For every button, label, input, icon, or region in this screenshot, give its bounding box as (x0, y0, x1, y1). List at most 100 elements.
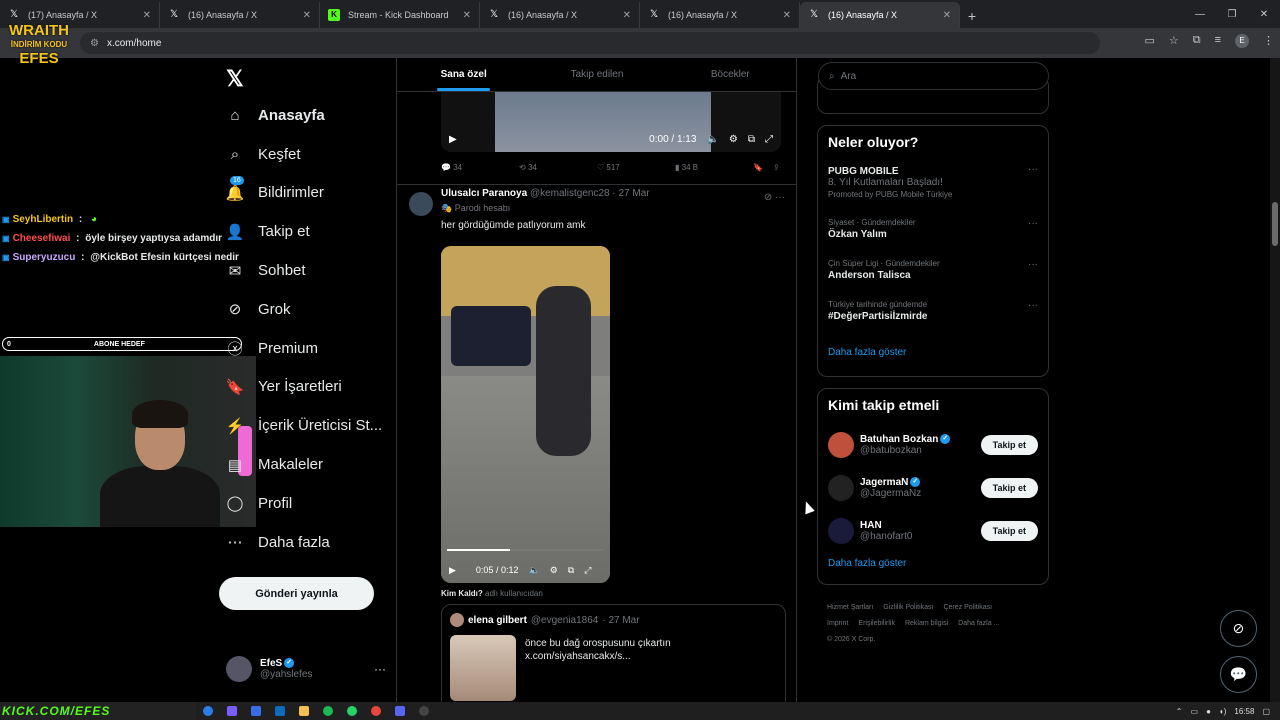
more-icon[interactable]: ··· (374, 662, 386, 676)
tab-search-icon[interactable]: ≡ (1215, 34, 1221, 48)
quote-image[interactable] (450, 635, 516, 701)
more-icon[interactable]: ··· (1028, 218, 1038, 229)
tray-volume-icon[interactable]: ◖) (1219, 707, 1227, 716)
views-button[interactable]: ▮ 34 B (675, 163, 753, 172)
chrome-icon[interactable] (364, 704, 388, 718)
close-tab-icon[interactable]: ✕ (783, 10, 791, 21)
timeline-tab[interactable]: Böcekler (664, 58, 796, 91)
close-tab-icon[interactable]: ✕ (303, 10, 311, 21)
menu-icon[interactable]: ⋮ (1263, 34, 1274, 48)
footer-link[interactable]: Çerez Politikası (943, 604, 992, 611)
nav-item[interactable]: 🔔 16 Bildirimler (226, 174, 382, 213)
bookmark-star-icon[interactable]: ☆ (1169, 34, 1179, 48)
repost-button[interactable]: ⟲ 34 (519, 163, 597, 172)
whatsapp-icon[interactable] (340, 704, 364, 718)
post-author[interactable]: Ulusalcı Paranoya (441, 188, 527, 199)
volume-icon[interactable]: 🔈 (706, 134, 718, 145)
minimize-icon[interactable]: — (1184, 0, 1216, 28)
follow-button[interactable]: Takip et (980, 520, 1038, 541)
settings-icon[interactable]: ⚙ (729, 134, 738, 145)
close-tab-icon[interactable]: ✕ (943, 10, 951, 21)
follow-button[interactable]: Takip et (980, 477, 1038, 498)
timeline-tab[interactable]: Sana özel (397, 58, 530, 91)
outlook-icon[interactable] (268, 704, 292, 718)
fullscreen-icon[interactable]: ⤢ (584, 565, 591, 576)
nav-item[interactable]: ◯ Profil (226, 484, 382, 523)
more-icon[interactable]: ··· (1028, 300, 1038, 311)
grok-icon[interactable]: ⊘ (764, 192, 772, 203)
site-settings-icon[interactable]: ⚙ (90, 38, 99, 49)
footer-link[interactable]: Gizlilik Politikası (883, 604, 933, 611)
messages-fab-icon[interactable]: 💬 (1220, 656, 1257, 693)
install-icon[interactable]: ▭ (1144, 34, 1154, 48)
play-icon[interactable]: ▶ (449, 134, 457, 145)
search-input[interactable]: ⌕ Ara (818, 62, 1049, 90)
post[interactable]: Ulusalcı Paranoya @kemalistgenc28 · 27 M… (409, 188, 785, 231)
browser-tab[interactable]: 𝕏 (16) Anasayfa / X ✕ (160, 2, 320, 28)
more-icon[interactable]: ··· (775, 192, 785, 203)
new-tab-button[interactable]: + (960, 8, 984, 24)
close-tab-icon[interactable]: ✕ (143, 10, 151, 21)
settings-icon[interactable]: ⚙ (550, 565, 558, 576)
close-window-icon[interactable]: ✕ (1248, 0, 1280, 28)
video-progress[interactable] (447, 549, 604, 551)
copilot-icon[interactable] (220, 704, 244, 718)
scrollbar[interactable] (1270, 58, 1280, 702)
nav-item[interactable]: ⋯ Daha fazla (226, 523, 382, 562)
spotify-icon[interactable] (316, 704, 340, 718)
nav-item[interactable]: ▤ Makaleler (226, 445, 382, 484)
close-tab-icon[interactable]: ✕ (623, 10, 631, 21)
reply-button[interactable]: 💬 34 (441, 163, 519, 172)
footer-link[interactable]: Imprint (827, 620, 848, 627)
store-icon[interactable] (244, 704, 268, 718)
browser-tab[interactable]: 𝕏 (16) Anasayfa / X ✕ (800, 2, 960, 28)
tray-chevron-icon[interactable]: ⌃ (1176, 707, 1183, 716)
trend-item[interactable]: Çin Süper Ligi · Gündemdekiler Anderson T… (818, 255, 1048, 296)
browser-tab[interactable]: K Stream - Kick Dashboard ✕ (320, 2, 480, 28)
close-tab-icon[interactable]: ✕ (463, 10, 471, 21)
share-icon[interactable]: ⇪ (773, 163, 793, 172)
like-button[interactable]: ♡ 517 (597, 163, 675, 172)
clock[interactable]: 16:58 (1234, 707, 1254, 716)
explorer-icon[interactable] (292, 704, 316, 718)
nav-item[interactable]: ⊘ Grok (226, 290, 382, 329)
avatar[interactable] (828, 431, 854, 458)
footer-link[interactable]: Reklam bilgisi (905, 620, 948, 627)
browser-tab[interactable]: 𝕏 (16) Anasayfa / X ✕ (480, 2, 640, 28)
nav-item[interactable]: 👤 Takip et (226, 212, 382, 251)
volume-icon[interactable]: 🔈 (528, 565, 539, 576)
url-input[interactable]: ⚙ x.com/home (80, 32, 1100, 54)
trend-item[interactable]: Siyaset · Gündemdekiler Özkan Yalım ··· (818, 214, 1048, 255)
who-show-more[interactable]: Daha fazla göster (818, 552, 1048, 579)
timeline-tab[interactable]: Takip edilen (530, 58, 663, 91)
previous-post-video[interactable]: ▶ 0:00 / 1:13 🔈 ⚙ ⧉ ⤢ (441, 92, 781, 152)
avatar[interactable] (409, 192, 433, 216)
post-button[interactable]: Gönderi yayınla (219, 577, 374, 610)
pip-icon[interactable]: ⧉ (748, 134, 755, 145)
avatar[interactable] (828, 517, 854, 544)
more-icon[interactable]: ··· (1028, 164, 1038, 175)
extensions-icon[interactable]: ⧉ (1193, 34, 1201, 48)
nav-item[interactable]: 🔖 Yer İşaretleri (226, 368, 382, 407)
avatar[interactable] (828, 474, 854, 501)
edge-icon[interactable] (196, 704, 220, 718)
trends-show-more[interactable]: Daha fazla göster (818, 337, 1048, 368)
tray-network-icon[interactable]: ▭ (1191, 707, 1199, 716)
trend-item[interactable]: Türkiye tarihinde gündemde #DeğerPartisiİ… (818, 296, 1048, 337)
follow-suggestion[interactable]: JagermaN ✓ @JagermaNz Takip et (818, 466, 1048, 509)
tray-mic-icon[interactable]: ● (1206, 707, 1211, 716)
x-logo[interactable]: 𝕏 (226, 66, 244, 92)
footer-link[interactable]: Hizmet Şartları (827, 604, 873, 611)
follow-suggestion[interactable]: Batuhan Bozkan ✓ @batubozkan Takip et (818, 423, 1048, 466)
profile-avatar-icon[interactable]: E (1235, 34, 1249, 48)
nav-item[interactable]: ⌂ Anasayfa (226, 96, 382, 135)
grok-fab-icon[interactable]: ⊘ (1220, 610, 1257, 647)
follow-suggestion[interactable]: HAN @hanofart0 Takip et (818, 509, 1048, 552)
obs-icon[interactable] (412, 704, 436, 718)
notification-icon[interactable]: ▢ (1262, 707, 1270, 716)
post-date[interactable]: · 27 Mar (612, 188, 649, 199)
post-video[interactable]: ▶ 0:05 / 0:12 🔈 ⚙ ⧉ ⤢ (441, 246, 610, 583)
restore-icon[interactable]: ❐ (1216, 0, 1248, 28)
play-icon[interactable]: ▶ (449, 565, 456, 576)
discord-icon[interactable] (388, 704, 412, 718)
